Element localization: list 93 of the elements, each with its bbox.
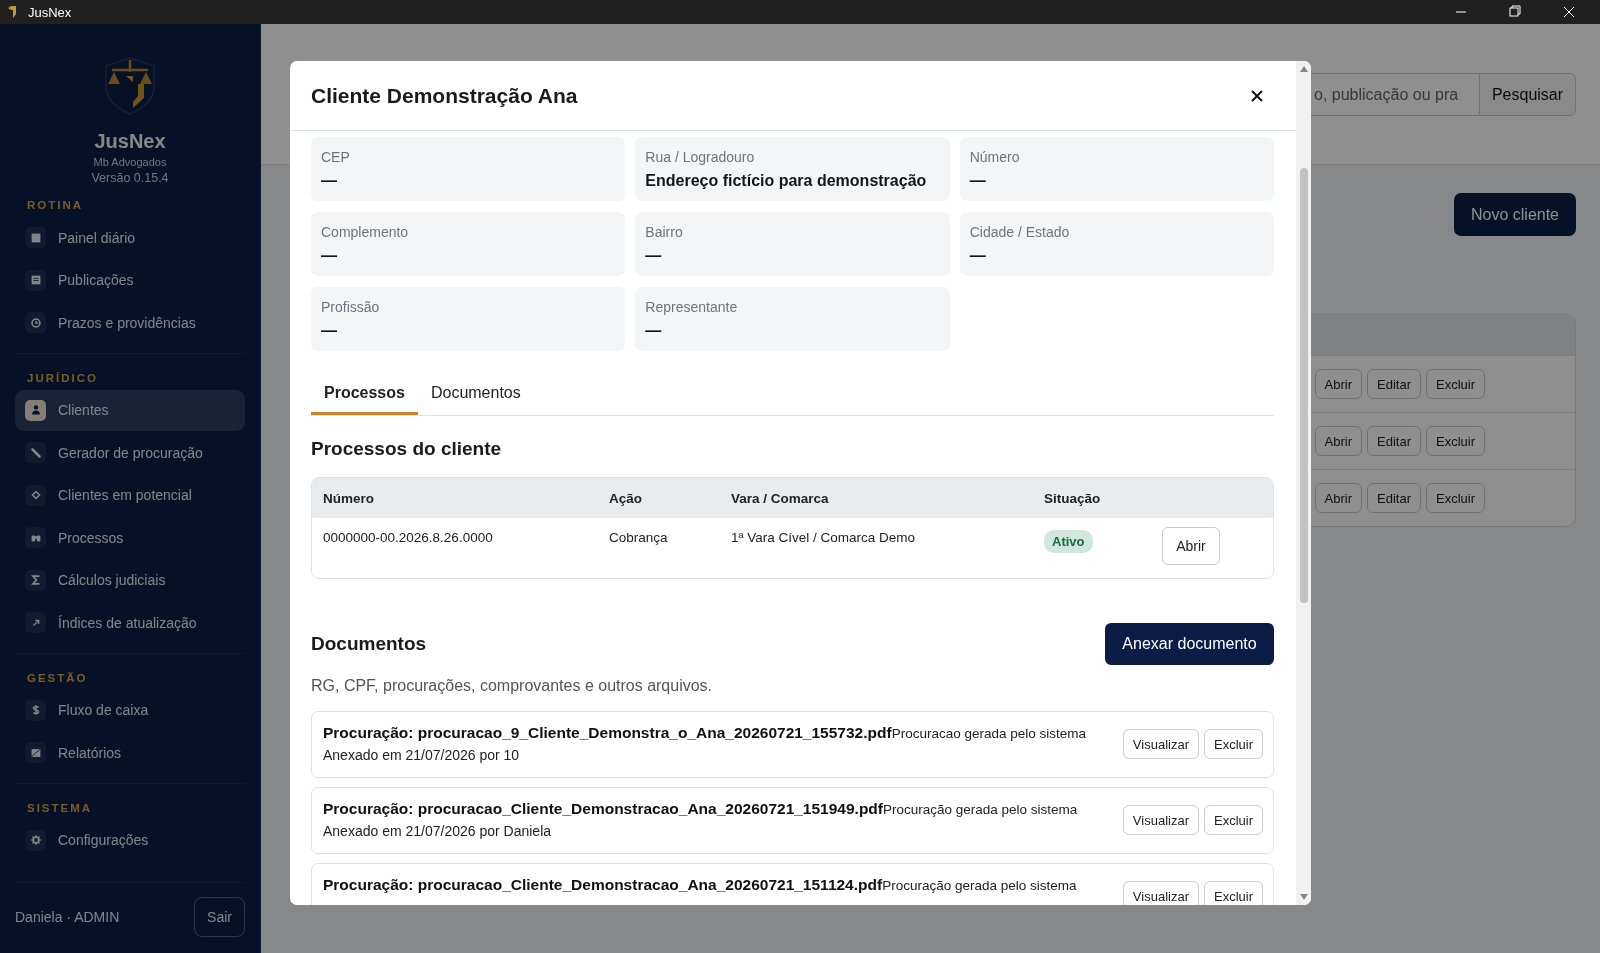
- clock-icon: [25, 312, 46, 333]
- field-label: Profissão: [321, 299, 381, 315]
- field-value: Endereço fictício para demonstração: [645, 172, 928, 190]
- table-cell-text: Cobrança: [609, 530, 669, 545]
- field-value: —: [321, 322, 338, 340]
- view-button[interactable]: Visualizar: [1122, 805, 1199, 835]
- section-title: Processos do cliente: [311, 438, 503, 460]
- column-header: Número: [323, 490, 375, 506]
- field-label: Complemento: [321, 224, 410, 240]
- sidebar-item[interactable]: Painel diário: [15, 217, 245, 258]
- search-button[interactable]: Pesquisar: [1479, 73, 1576, 116]
- dollar-icon: [25, 699, 46, 721]
- attach-button[interactable]: Anexar documento: [1105, 623, 1274, 665]
- sidebar-item[interactable]: Fluxo de caixa: [15, 689, 245, 731]
- user-name: Daniela · ADMIN: [15, 909, 120, 925]
- column-header: Ação: [609, 490, 643, 506]
- document-name: Procuração: procuracao_9_Cliente_Demonstra_o_Ana_20260721_155732.pdf: [323, 724, 892, 742]
- close-icon: [1250, 88, 1264, 103]
- section-heading: SISTEMA: [26, 801, 94, 814]
- row-action-button[interactable]: Editar: [1367, 369, 1421, 399]
- chart-icon: [25, 742, 46, 763]
- logout-button[interactable]: Sair: [194, 897, 245, 937]
- document-meta: Anexado em 21/07/2026 por 10: [323, 747, 521, 763]
- delete-button[interactable]: Excluir: [1204, 729, 1263, 759]
- tab[interactable]: Documentos: [417, 373, 534, 415]
- brand-name: JusNex: [94, 130, 166, 153]
- sidebar-item[interactable]: Publicações: [15, 259, 245, 301]
- document-description: Procuracao gerada pelo sistema: [891, 726, 1086, 741]
- pen-icon: [25, 442, 46, 463]
- office-name: Mb Advogados: [93, 156, 167, 168]
- settings-icon: [25, 829, 46, 851]
- row-action-button[interactable]: Abrir: [1314, 483, 1362, 513]
- sidebar-item[interactable]: Processos: [15, 517, 245, 558]
- field-label: CEP: [321, 149, 351, 165]
- document-meta: Anexado em 21/07/2026 por Daniela: [323, 823, 553, 839]
- field-label: Número: [969, 149, 1021, 165]
- row-action-button[interactable]: Abrir: [1314, 426, 1362, 456]
- logo-icon: [102, 54, 158, 116]
- sidebar-item[interactable]: Relatórios: [15, 732, 245, 773]
- person-icon: [25, 399, 46, 421]
- section-subtitle: RG, CPF, procurações, comprovantes e outros arquivos.: [311, 677, 714, 695]
- field-value: —: [969, 247, 987, 265]
- sidebar-item[interactable]: Gerador de procuração: [15, 432, 245, 473]
- field-value: —: [969, 172, 987, 190]
- field-value: —: [321, 247, 338, 265]
- sidebar-item[interactable]: Prazos e providências: [15, 302, 245, 343]
- sidebar-item[interactable]: Clientes: [15, 389, 245, 431]
- status-badge: Ativo: [1044, 530, 1093, 553]
- document-name: Procuração: procuracao_Cliente_Demonstracao_Ana_20260721_151124.pdf: [323, 876, 883, 894]
- table-cell-text: 0000000-00.2026.8.26.0000: [323, 530, 494, 545]
- scroll-down-icon[interactable]: [1298, 893, 1309, 901]
- field-value: —: [645, 322, 663, 340]
- section-heading: GESTÃO: [26, 671, 89, 684]
- field-label: Representante: [645, 299, 739, 315]
- row-action-button[interactable]: Editar: [1367, 483, 1421, 513]
- field-value: —: [645, 247, 663, 265]
- sidebar-item[interactable]: Configurações: [15, 819, 245, 861]
- document-description: Procuração gerada pelo sistema: [883, 802, 1078, 817]
- row-action-button[interactable]: Excluir: [1426, 369, 1485, 399]
- field-value: —: [321, 172, 338, 190]
- row-action-button[interactable]: Excluir: [1426, 483, 1485, 513]
- view-button[interactable]: Visualizar: [1122, 729, 1199, 759]
- list-icon: [25, 269, 46, 291]
- field-label: Bairro: [645, 224, 684, 240]
- section-heading: JURÍDICO: [26, 371, 99, 384]
- document-description: Procuração gerada pelo sistema: [882, 878, 1077, 893]
- open-button[interactable]: Abrir: [1162, 527, 1220, 565]
- binoculars-icon: [25, 527, 46, 548]
- sigma-icon: [25, 569, 46, 591]
- table-cell-text: 1ª Vara Cível / Comarca Demo: [731, 530, 917, 545]
- grid-icon: [25, 227, 46, 248]
- window-title: JusNex: [28, 4, 73, 20]
- sidebar-item[interactable]: Índices de atualização: [15, 602, 245, 643]
- column-header: Situação: [1044, 490, 1102, 506]
- delete-button[interactable]: Excluir: [1204, 881, 1263, 905]
- delete-button[interactable]: Excluir: [1204, 805, 1263, 835]
- document-name: Procuração: procuracao_Cliente_Demonstracao_Ana_20260721_151949.pdf: [323, 800, 883, 818]
- row-action-button[interactable]: Editar: [1367, 426, 1421, 456]
- row-action-button[interactable]: Abrir: [1314, 369, 1362, 399]
- dialog-title: Cliente Demonstração Ana: [311, 83, 578, 108]
- section-title: Documentos: [311, 633, 427, 655]
- new-client-button[interactable]: Novo cliente: [1454, 193, 1576, 236]
- sidebar-item[interactable]: Clientes em potencial: [15, 474, 245, 516]
- field-label: Cidade / Estado: [969, 224, 1071, 240]
- scrollbar[interactable]: [1296, 61, 1311, 905]
- row-action-button[interactable]: Excluir: [1426, 426, 1485, 456]
- column-header: Vara / Comarca: [731, 490, 830, 506]
- field-label: Rua / Logradouro: [645, 149, 756, 165]
- view-button[interactable]: Visualizar: [1122, 881, 1199, 905]
- version-text: Versão 0.15.4: [91, 171, 169, 185]
- tab[interactable]: Processos: [311, 373, 418, 415]
- section-heading: ROTINA: [26, 199, 85, 211]
- sidebar-item[interactable]: Cálculos judiciais: [15, 559, 245, 601]
